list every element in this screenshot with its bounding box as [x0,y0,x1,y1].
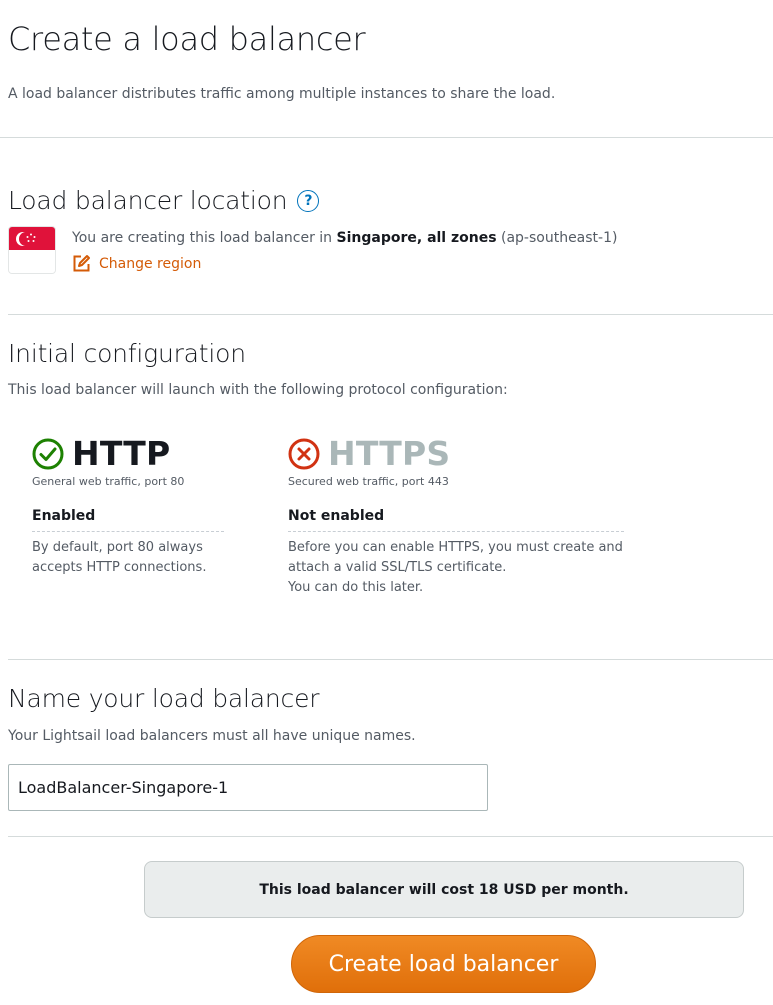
http-desc-line: By default, port 80 always [32,540,203,555]
location-section-title: Load balancer location [8,186,288,215]
cost-text: This load balancer will cost 18 USD per … [259,881,629,898]
https-desc-line: attach a valid SSL/TLS certificate. [288,560,507,575]
divider [8,836,773,837]
divider [8,314,773,315]
help-icon[interactable]: ? [297,189,320,212]
config-section-title: Initial configuration [8,339,246,368]
https-protocol-card: HTTPS Secured web traffic, port 443 Not … [288,434,624,598]
http-desc-line: accepts HTTP connections. [32,560,207,575]
region-info: You are creating this load balancer in S… [72,230,617,246]
change-region-link[interactable]: Change region [72,254,201,273]
config-description: This load balancer will launch with the … [8,382,508,398]
https-title: HTTPS [328,434,451,473]
divider [288,531,624,532]
http-protocol-card: HTTP General web traffic, port 80 Enable… [32,434,224,578]
load-balancer-name-input[interactable] [8,764,488,811]
https-subtitle: Secured web traffic, port 443 [288,475,449,488]
region-text-prefix: You are creating this load balancer in [72,230,337,246]
https-desc-line: Before you can enable HTTPS, you must cr… [288,540,623,555]
http-status: Enabled [32,508,96,524]
https-status: Not enabled [288,508,385,524]
http-subtitle: General web traffic, port 80 [32,475,185,488]
create-load-balancer-button[interactable]: Create load balancer [291,935,596,993]
region-code: (ap-southeast-1) [496,230,618,246]
divider [32,531,224,532]
region-name: Singapore, all zones [336,230,497,246]
change-region-label: Change region [99,255,202,272]
divider [8,659,773,660]
http-title: HTTP [72,434,171,473]
page-title: Create a load balancer [8,20,366,58]
edit-icon [73,255,90,272]
singapore-flag-icon [8,226,56,274]
x-circle-icon [288,438,320,469]
https-desc-line: You can do this later. [288,580,424,595]
name-description: Your Lightsail load balancers must all h… [8,728,416,744]
page-description: A load balancer distributes traffic amon… [8,86,556,102]
check-circle-icon [32,438,64,469]
cost-summary: This load balancer will cost 18 USD per … [144,861,744,918]
name-section-title: Name your load balancer [8,684,320,713]
divider [0,137,773,138]
